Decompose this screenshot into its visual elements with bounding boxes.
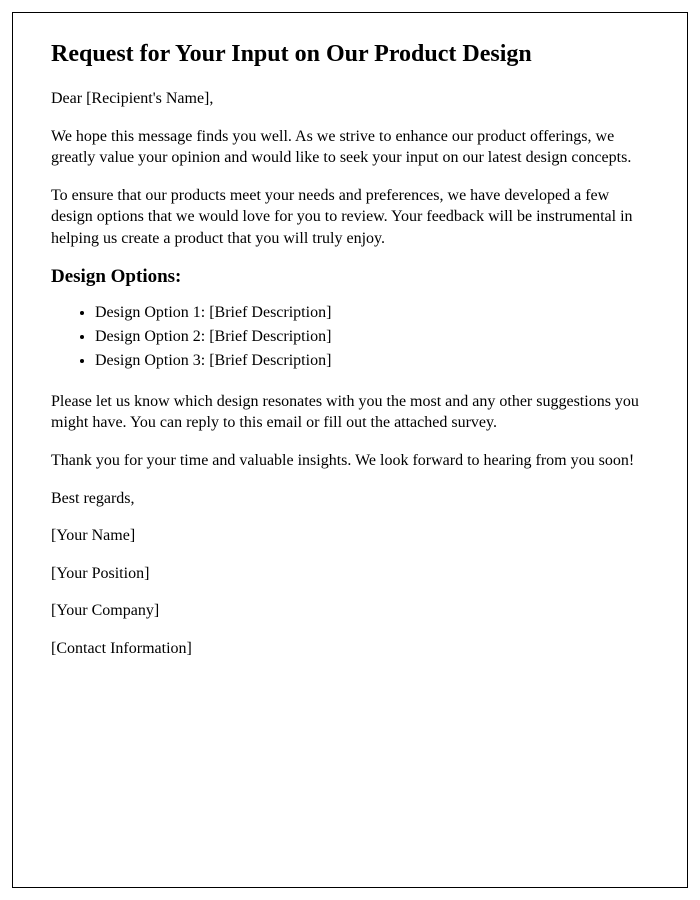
document-frame: Request for Your Input on Our Product De… [12, 12, 688, 888]
list-item: Design Option 2: [Brief Description] [95, 326, 649, 348]
list-item: Design Option 3: [Brief Description] [95, 350, 649, 372]
contact-info-line: [Contact Information] [51, 638, 649, 660]
intro-paragraph-2: To ensure that our products meet your ne… [51, 185, 649, 250]
sender-name-line: [Your Name] [51, 525, 649, 547]
feedback-paragraph: Please let us know which design resonate… [51, 391, 649, 434]
sender-company-line: [Your Company] [51, 600, 649, 622]
sender-position-line: [Your Position] [51, 563, 649, 585]
design-options-heading: Design Options: [51, 266, 649, 288]
signoff-line: Best regards, [51, 488, 649, 510]
document-title: Request for Your Input on Our Product De… [51, 41, 649, 68]
list-item: Design Option 1: [Brief Description] [95, 302, 649, 324]
thank-you-paragraph: Thank you for your time and valuable ins… [51, 450, 649, 472]
intro-paragraph-1: We hope this message finds you well. As … [51, 126, 649, 169]
greeting-line: Dear [Recipient's Name], [51, 88, 649, 110]
design-options-list: Design Option 1: [Brief Description] Des… [95, 302, 649, 373]
